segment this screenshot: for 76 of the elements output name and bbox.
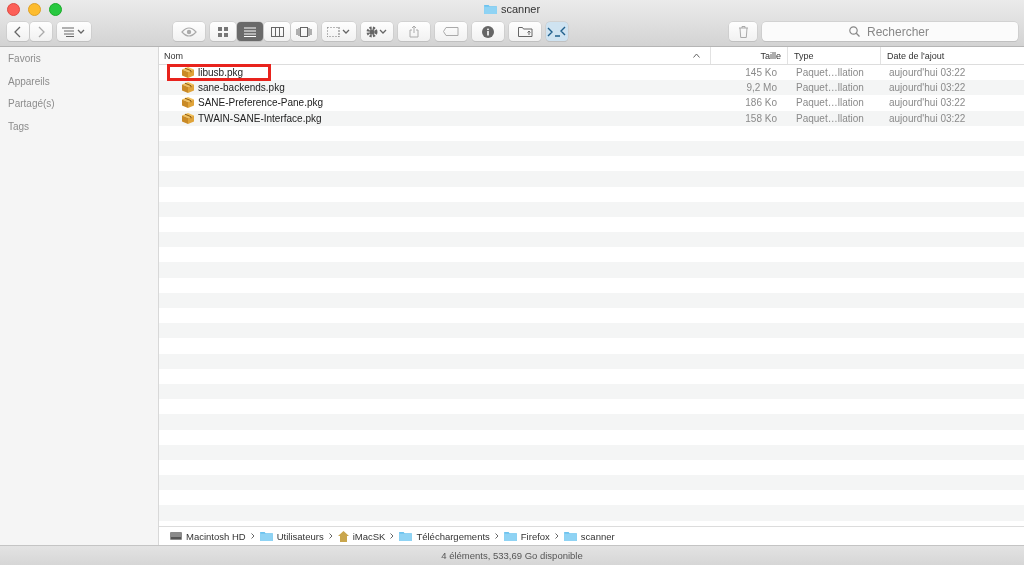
- path-item[interactable]: scanner: [563, 530, 615, 542]
- file-type: Paquet…llation: [796, 82, 864, 94]
- column-header[interactable]: Type: [787, 47, 880, 64]
- back-icon: [14, 25, 22, 38]
- info-button[interactable]: [472, 22, 504, 41]
- file-name[interactable]: TWAIN-SANE-Interface.pkg: [198, 112, 322, 124]
- path-item[interactable]: Macintosh HD: [170, 530, 246, 542]
- home-icon: [337, 530, 349, 542]
- terminal-button[interactable]: [546, 22, 568, 41]
- status-text: 4 éléments, 533,69 Go disponible: [441, 550, 583, 561]
- icon-view-button[interactable]: [210, 22, 236, 41]
- column-header[interactable]: Nom: [159, 47, 710, 64]
- date-added: aujourd'hui 03:22: [889, 112, 966, 124]
- package-icon: [182, 82, 194, 94]
- date-added: aujourd'hui 03:22: [889, 97, 966, 109]
- package-icon: [182, 112, 194, 124]
- column-view-button[interactable]: [264, 22, 290, 41]
- terminal-icon: [547, 24, 567, 39]
- file-type: Paquet…llation: [796, 97, 864, 109]
- columns-icon: [270, 26, 284, 37]
- path-item[interactable]: Téléchargements: [399, 530, 490, 542]
- folder-icon: [483, 3, 497, 14]
- trash-icon: [738, 25, 748, 38]
- folder-icon: [399, 531, 413, 541]
- file-name[interactable]: libusb.pkg: [198, 67, 244, 79]
- file-type: Paquet…llation: [796, 67, 864, 79]
- file-name[interactable]: sane-backends.pkg: [198, 82, 285, 94]
- grid-icon: [218, 26, 228, 37]
- path-item[interactable]: Utilisateurs: [259, 530, 324, 542]
- info-icon: [482, 25, 494, 38]
- column-header[interactable]: Taille: [710, 47, 787, 64]
- coverflow-icon: [296, 26, 312, 37]
- forward-icon: [37, 25, 45, 38]
- chevron-icon: [390, 533, 395, 539]
- eye-icon: [181, 26, 197, 37]
- new-folder-button[interactable]: [509, 22, 541, 41]
- new-folder-icon: [517, 26, 533, 37]
- zoom-button[interactable]: [49, 3, 62, 16]
- list-icon: [244, 26, 256, 37]
- file-size: 186 Ko: [745, 97, 777, 109]
- chevron-icon: [554, 533, 559, 539]
- folder-icon: [503, 531, 517, 541]
- file-size: 145 Ko: [745, 67, 777, 79]
- list-menu-icon: [62, 26, 86, 37]
- tag-icon: [443, 27, 459, 36]
- window-title: scanner: [500, 2, 541, 15]
- date-added: aujourd'hui 03:22: [889, 67, 966, 79]
- chevron-icon: [250, 533, 255, 539]
- gear-icon: [366, 25, 388, 38]
- folder-icon: [563, 531, 577, 541]
- quick-look-button[interactable]: [173, 22, 205, 41]
- close-button[interactable]: [7, 3, 20, 16]
- path-item[interactable]: iMacSK: [337, 530, 386, 542]
- chevron-icon: [328, 533, 333, 539]
- tag-button[interactable]: [435, 22, 467, 41]
- action-button[interactable]: [361, 22, 393, 41]
- package-icon: [182, 67, 194, 79]
- arrange-button[interactable]: [57, 22, 91, 41]
- package-icon: [182, 97, 194, 109]
- file-type: Paquet…llation: [796, 112, 864, 124]
- file-size: 9,2 Mo: [746, 82, 777, 94]
- folder-icon: [259, 531, 273, 541]
- column-header[interactable]: Date de l'ajout: [880, 47, 1024, 64]
- date-added: aujourd'hui 03:22: [889, 82, 966, 94]
- cover-flow-button[interactable]: [291, 22, 317, 41]
- path-item[interactable]: Firefox: [503, 530, 550, 542]
- file-name[interactable]: SANE-Preference-Pane.pkg: [198, 97, 324, 109]
- forward-button[interactable]: [30, 22, 52, 41]
- group-menu-icon: [327, 26, 351, 37]
- list-view-button[interactable]: [237, 22, 263, 41]
- back-button[interactable]: [7, 22, 29, 41]
- file-size: 158 Ko: [745, 112, 777, 124]
- share-icon: [409, 25, 419, 38]
- search-icon: [849, 26, 860, 37]
- search-field[interactable]: Rechercher: [762, 22, 1018, 41]
- chevron-icon: [494, 533, 499, 539]
